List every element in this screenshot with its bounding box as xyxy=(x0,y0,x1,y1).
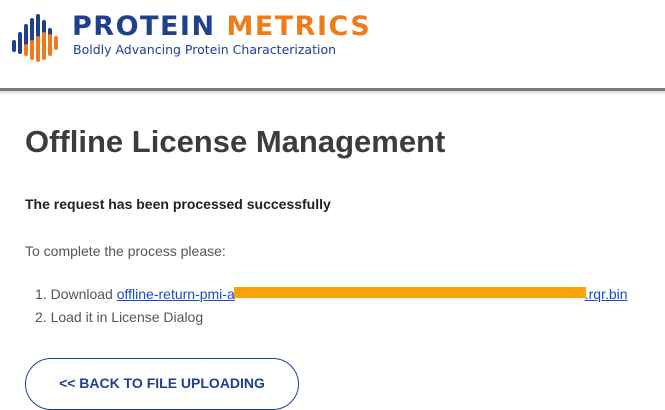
brand-name-word2: METRICS xyxy=(226,11,372,42)
redaction-bar xyxy=(233,287,586,298)
brand-name: PROTEIN METRICS xyxy=(72,12,371,42)
step-load-text: Load it in License Dialog xyxy=(50,309,204,325)
download-link-start[interactable]: offline-return-pmi-a xyxy=(117,286,235,302)
page-title: Offline License Management xyxy=(25,124,446,159)
back-to-file-uploading-button[interactable]: << BACK TO FILE UPLOADING xyxy=(25,358,299,410)
download-file-link[interactable]: offline-return-pmi-a .rqr.bin xyxy=(117,286,628,302)
brand-name-word1: PROTEIN xyxy=(72,11,216,42)
download-link-end[interactable]: .rqr.bin xyxy=(585,286,628,302)
step-download-prefix: Download xyxy=(50,286,117,302)
header-shadow xyxy=(0,91,665,95)
status-message: The request has been processed successfu… xyxy=(25,196,331,212)
brand-tagline: Boldly Advancing Protein Characterizatio… xyxy=(73,42,337,57)
step-load: 2. Load it in License Dialog xyxy=(35,308,628,331)
site-header: PROTEIN METRICS Boldly Advancing Protein… xyxy=(0,0,665,88)
step-number: 1. xyxy=(35,286,47,302)
step-number: 2. xyxy=(35,309,47,325)
step-download: 1. Download offline-return-pmi-a .rqr.bin xyxy=(35,285,628,308)
stacked-bars-logo-icon xyxy=(12,14,58,62)
steps-list: 1. Download offline-return-pmi-a .rqr.bin… xyxy=(35,285,628,331)
instructions-text: To complete the process please: xyxy=(25,243,226,259)
